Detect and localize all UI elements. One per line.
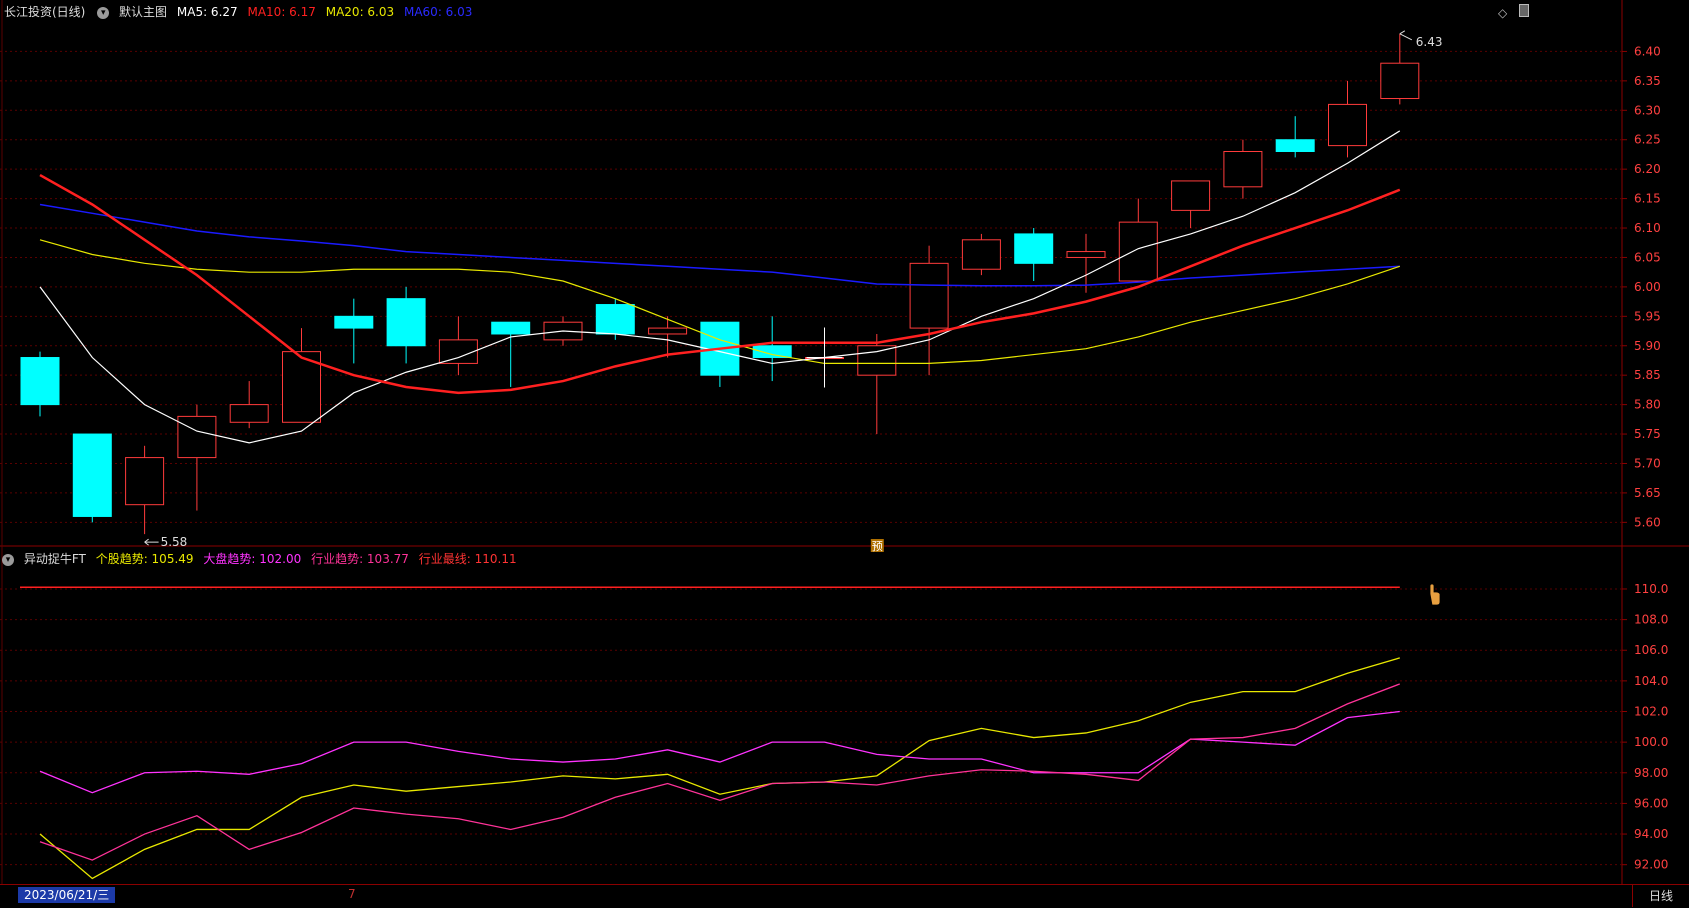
candle-body [125, 457, 165, 506]
diamond-icon[interactable]: ◇ [1498, 6, 1507, 20]
ma10-label: MA10: 6.17 [247, 5, 316, 19]
high-arrow [1399, 30, 1413, 41]
candle-body [491, 321, 531, 335]
candle-body [1171, 180, 1211, 211]
candle-body [595, 304, 635, 335]
stock-trend-label: 个股趋势: 105.49 [95, 552, 194, 566]
y-tick-label: 5.60 [1634, 515, 1661, 529]
indicator-header: ▾ 异动捉牛FT 个股趋势: 105.49 大盘趋势: 102.00 行业趋势:… [0, 548, 523, 570]
stock-title[interactable]: 长江投资(日线) [4, 5, 85, 19]
pre-marker-label: 预 [872, 540, 883, 553]
candle-body [1380, 62, 1420, 100]
candle-body [1014, 233, 1054, 264]
candle-body [1275, 139, 1315, 153]
candle-body [1118, 221, 1158, 282]
candle-body [177, 415, 217, 459]
y-tick-label: 102.0 [1634, 705, 1668, 719]
y-tick-label: 6.30 [1634, 103, 1661, 117]
cursor-date-label: 2023/06/21/三 [18, 887, 116, 903]
y-tick-label: 100.0 [1634, 735, 1668, 749]
candle-body [20, 357, 60, 406]
y-tick-label: 6.35 [1634, 74, 1661, 88]
pointer-cursor-icon [1429, 583, 1441, 606]
y-tick-label: 94.00 [1634, 827, 1668, 841]
ma5-label: MA5: 6.27 [176, 5, 238, 19]
market-trend-label: 大盘趋势: 102.00 [203, 552, 302, 566]
series-line-2 [39, 710, 1400, 794]
y-tick-label: 6.20 [1634, 162, 1661, 176]
y-tick-label: 5.85 [1634, 368, 1661, 382]
period-button[interactable]: 日线 [1632, 885, 1689, 907]
main-indicator-label[interactable]: 默认主图 [119, 5, 167, 19]
high-label: 6.43 [1416, 35, 1443, 49]
industry-top-label: 行业最线: 110.11 [418, 552, 517, 566]
window-controls: ◇ [1498, 4, 1529, 20]
candle-body [229, 404, 269, 423]
ma60-label: MA60: 6.03 [403, 5, 473, 19]
candle-body [334, 315, 374, 329]
y-tick-label: 6.40 [1634, 44, 1661, 58]
candle-body [1328, 103, 1367, 147]
candle-body [1066, 251, 1106, 258]
candle-body [909, 262, 949, 329]
y-tick-label: 106.0 [1634, 643, 1668, 657]
y-tick-label: 92.00 [1634, 858, 1668, 872]
y-tick-label: 110.0 [1634, 582, 1668, 596]
y-tick-label: 5.90 [1634, 339, 1661, 353]
main-chart-header: 长江投资(日线) ▾ 默认主图 MA5: 6.27 MA10: 6.17 MA2… [0, 1, 478, 23]
y-tick-label: 5.65 [1634, 486, 1661, 500]
candle-body [438, 339, 478, 364]
candle-body [72, 433, 112, 517]
chart-canvas: 6.40 6.35 6.30 6.25 6.20 6.15 6.10 6.05 6.00 5.95… [0, 0, 1689, 884]
y-tick-label: 6.05 [1634, 250, 1661, 264]
y-tick-label: 6.00 [1634, 280, 1661, 294]
y-tick-label: 5.70 [1634, 456, 1661, 470]
candle-body [961, 239, 1001, 270]
y-tick-label: 5.80 [1634, 398, 1661, 412]
dropdown-icon[interactable]: ▾ [97, 6, 110, 19]
indicator-dropdown-icon[interactable]: ▾ [2, 553, 14, 566]
y-tick-label: 96.00 [1634, 796, 1668, 810]
y-tick-label: 6.15 [1634, 192, 1661, 206]
y-tick-label: 5.75 [1634, 427, 1661, 441]
y-tick-label: 6.25 [1634, 133, 1661, 147]
y-tick-label: 98.00 [1634, 766, 1668, 780]
low-arrow [144, 538, 159, 546]
candle-body [857, 345, 897, 376]
ma60-line [39, 203, 1400, 287]
time-axis-bar: 2023/06/21/三 7 日线 [0, 884, 1689, 908]
candle-body [386, 298, 426, 347]
ma20-label: MA20: 6.03 [325, 5, 395, 19]
candle-body [1223, 151, 1263, 188]
industry-trend-label: 行业趋势: 103.77 [311, 552, 409, 566]
y-tick-label: 108.0 [1634, 613, 1668, 627]
candle-body [752, 345, 792, 359]
y-tick-label: 104.0 [1634, 674, 1668, 688]
time-axis-mark: 7 [348, 887, 356, 901]
candle-body [648, 327, 688, 335]
y-tick-label: 5.95 [1634, 309, 1661, 323]
indicator-name[interactable]: 异动捉牛FT [24, 552, 86, 566]
panel-toggle-icon[interactable] [1519, 4, 1529, 17]
low-label: 5.58 [161, 535, 188, 549]
y-tick-label: 6.10 [1634, 221, 1661, 235]
